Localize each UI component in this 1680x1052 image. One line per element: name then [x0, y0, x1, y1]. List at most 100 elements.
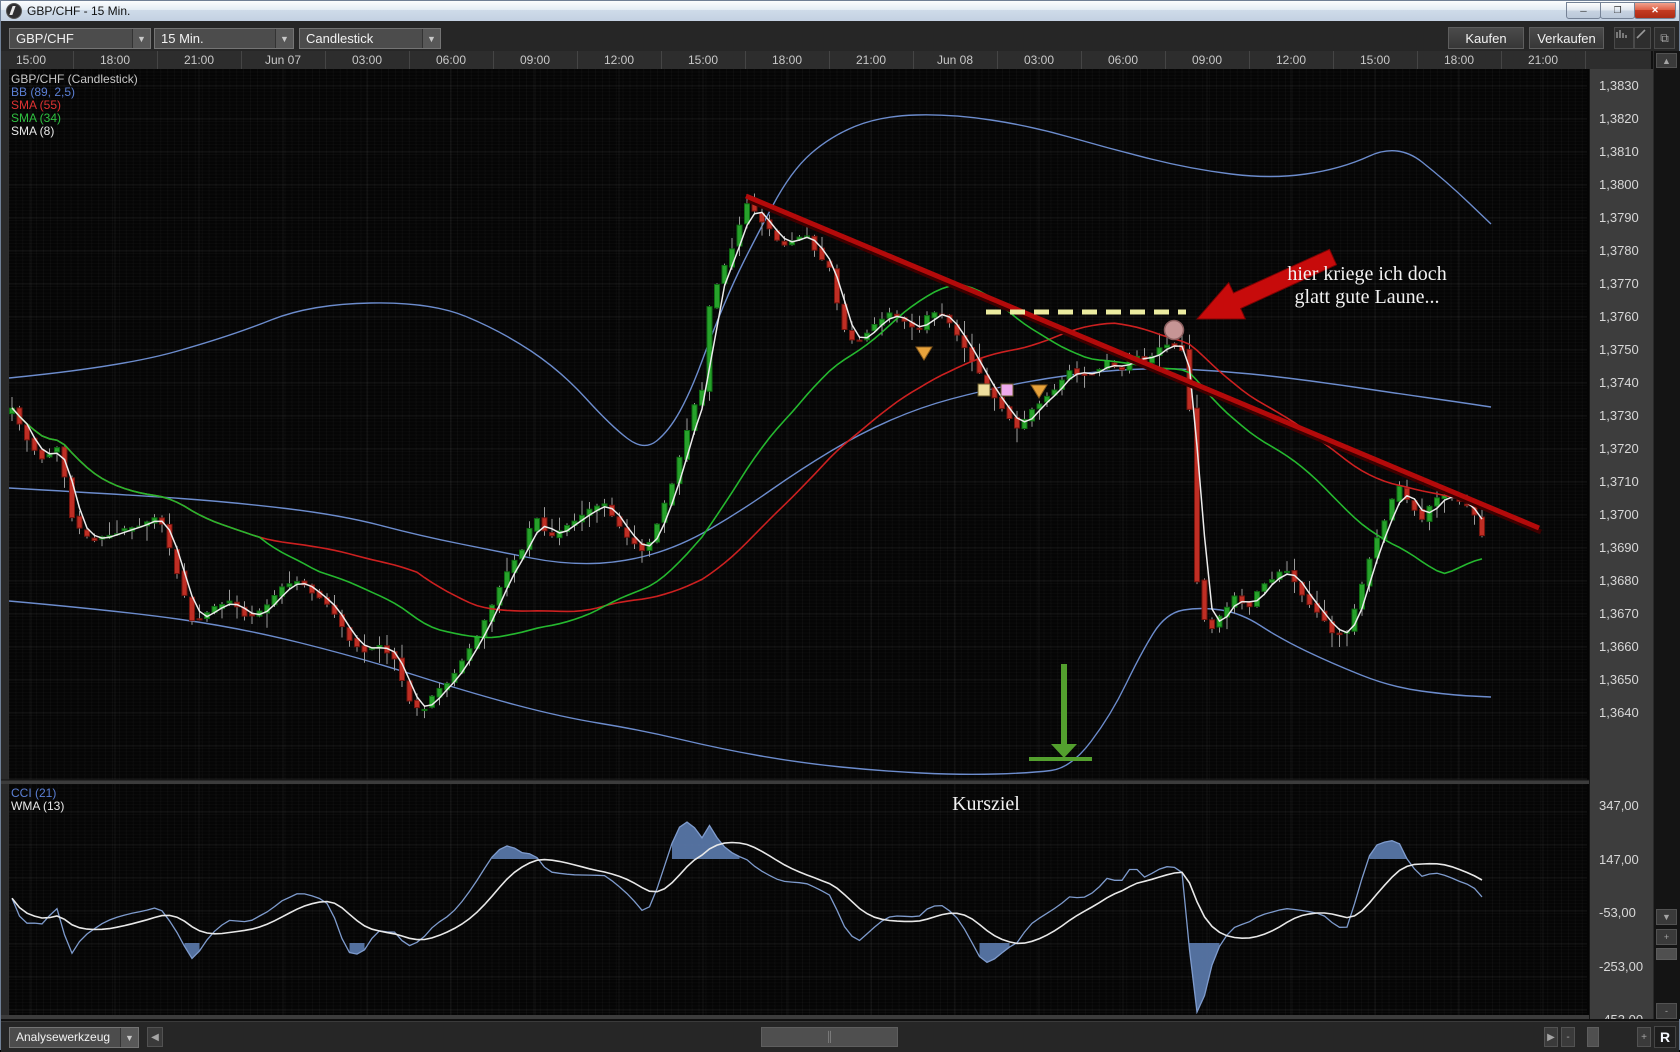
cci-axis-label: 347,00: [1599, 798, 1639, 813]
sell-button[interactable]: Verkaufen: [1529, 27, 1604, 49]
time-axis-separator: [157, 51, 158, 69]
price-axis-label: 1,3800: [1599, 177, 1639, 192]
candle: [286, 583, 293, 588]
trader-note: hier kriege ich doch glatt gute Laune...: [1263, 263, 1471, 309]
instrument-select[interactable]: GBP/CHF ▼: [9, 28, 151, 49]
scroll-right-button[interactable]: ▶: [1544, 1027, 1558, 1047]
candle: [849, 330, 855, 341]
time-axis-separator: [661, 51, 662, 69]
arrow-up-icon: ▲: [1662, 55, 1671, 66]
price-axis-label: 1,3640: [1599, 705, 1639, 720]
time-axis-separator: [1081, 51, 1082, 69]
price-axis-label: 1,3660: [1599, 639, 1639, 654]
time-axis-separator: [1417, 51, 1418, 69]
candle: [1396, 485, 1403, 502]
analysis-tool-select[interactable]: Analysewerkzeug ▼: [9, 1027, 139, 1048]
price-axis-label: 1,3760: [1599, 309, 1639, 324]
zoom-out-button[interactable]: -: [1656, 1003, 1677, 1019]
candle: [76, 515, 83, 529]
candle: [361, 645, 368, 653]
candle: [1164, 344, 1170, 349]
chart-canvas[interactable]: GBP/CHF (Candlestick) BB (89, 2,5) SMA (5…: [1, 69, 1589, 1019]
close-button[interactable]: ✕: [1634, 2, 1676, 19]
panel-separator: [1, 780, 1589, 784]
time-axis-label: 09:00: [1191, 53, 1223, 67]
draw-tool-icon-button[interactable]: [1634, 27, 1651, 49]
price-axis-label: 1,3750: [1599, 342, 1639, 357]
reset-scale-button[interactable]: R: [1654, 1026, 1676, 1048]
cascade-windows-button[interactable]: ⧉: [1654, 27, 1675, 49]
time-axis-separator: [1249, 51, 1250, 69]
candle: [1359, 583, 1365, 610]
time-axis-separator: [1165, 51, 1166, 69]
hzoom-out-button[interactable]: -: [1561, 1027, 1575, 1047]
time-axis-label: 15:00: [687, 53, 719, 67]
candle: [414, 699, 420, 709]
time-axis-separator: [493, 51, 494, 69]
chevron-down-icon: ▼: [132, 29, 150, 48]
depth-bars-icon: [1616, 30, 1627, 38]
price-axis-label: 1,3830: [1599, 78, 1639, 93]
interval-select[interactable]: 15 Min. ▼: [154, 28, 294, 49]
candle: [1269, 579, 1275, 583]
time-axis-separator: [241, 51, 242, 69]
chart-svg: [1, 69, 1589, 1019]
scroll-up-button[interactable]: ▲: [1656, 53, 1677, 68]
restore-button[interactable]: ❐: [1600, 2, 1635, 19]
minimize-button[interactable]: ─: [1566, 2, 1601, 19]
zoom-in-button[interactable]: +: [1656, 929, 1677, 945]
time-axis-label: 06:00: [435, 53, 467, 67]
candle: [744, 203, 750, 225]
candle: [1209, 619, 1215, 629]
scroll-down-button[interactable]: ▼: [1656, 909, 1677, 925]
time-axis-label: 15:00: [1359, 53, 1391, 67]
candle: [931, 312, 938, 319]
time-axis-separator: [1501, 51, 1502, 69]
price-axis-label: 1,3740: [1599, 375, 1639, 390]
trader-note-line1: hier kriege ich doch: [1287, 263, 1447, 285]
vertical-scroll-thumb[interactable]: [1656, 948, 1677, 960]
candle: [549, 532, 555, 537]
candle: [1246, 601, 1253, 608]
candle: [534, 518, 540, 532]
price-axis[interactable]: 1,3830 1,3820 1,3810 1,3800 1,3790 1,3780 1,37…: [1589, 69, 1654, 1019]
candle: [91, 537, 98, 542]
scroll-left-button[interactable]: ◀: [147, 1027, 163, 1047]
candle: [1201, 579, 1208, 620]
analysis-tool-value: Analysewerkzeug: [16, 1030, 111, 1044]
arrow-right-icon: ▶: [1547, 1031, 1555, 1043]
cci-axis-label: -253,00: [1599, 958, 1644, 974]
time-axis-label: 21:00: [855, 53, 887, 67]
candle: [196, 618, 203, 621]
candle: [46, 453, 53, 458]
vertical-scrollbar[interactable]: ▲ ▼ + -: [1653, 51, 1680, 1019]
time-axis-separator: [913, 51, 914, 69]
candle: [84, 529, 90, 537]
cascade-windows-icon: ⧉: [1660, 30, 1669, 45]
price-axis-label: 1,3700: [1599, 507, 1639, 522]
pencil-icon: [1636, 29, 1646, 39]
window-title: GBP/CHF - 15 Min.: [27, 4, 131, 18]
candle: [121, 528, 128, 532]
cci-axis-label: -453,00: [1599, 1012, 1643, 1019]
time-axis[interactable]: 15:00 18:00 21:00 Jun 07 03:00 06:00 09:00 12:0…: [1, 51, 1651, 70]
time-axis-separator: [997, 51, 998, 69]
title-bar[interactable]: GBP/CHF - 15 Min. ─ ❐ ✕: [1, 1, 1679, 22]
candle: [916, 327, 923, 330]
hscale-thumb[interactable]: [1587, 1027, 1599, 1047]
time-axis-separator: [409, 51, 410, 69]
horizontal-scroll-thumb[interactable]: ║: [761, 1027, 898, 1047]
time-axis-label: 21:00: [1527, 53, 1559, 67]
chart-legend: GBP/CHF (Candlestick) BB (89, 2,5) SMA (5…: [11, 73, 138, 138]
price-axis-label: 1,3780: [1599, 243, 1639, 258]
hzoom-in-button[interactable]: +: [1637, 1027, 1651, 1047]
market-depth-icon-button[interactable]: [1614, 27, 1634, 49]
app-logo-icon: [6, 3, 22, 19]
time-axis-separator: [577, 51, 578, 69]
time-axis-label: 18:00: [1443, 53, 1475, 67]
grip-icon: ║: [825, 1031, 834, 1043]
candle: [39, 449, 45, 460]
buy-button[interactable]: Kaufen: [1448, 27, 1524, 49]
price-axis-label: 1,3680: [1599, 573, 1639, 588]
chart-type-select[interactable]: Candlestick ▼: [299, 28, 441, 49]
